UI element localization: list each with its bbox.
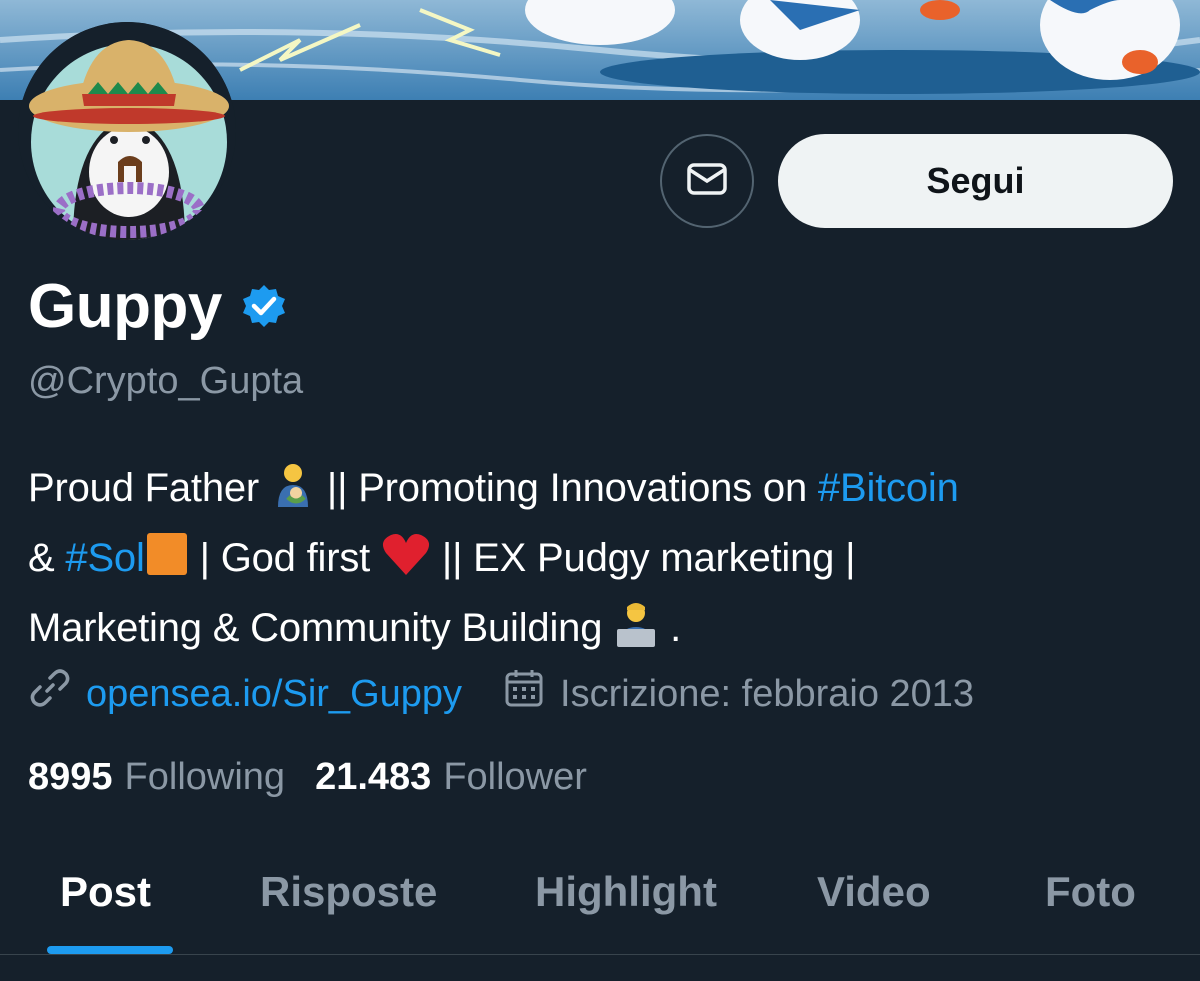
bio-line-1: Proud Father || Promoting Innovations on… xyxy=(28,456,1178,526)
red-heart-icon xyxy=(381,531,431,596)
technologist-emoji-icon xyxy=(613,601,659,666)
website-link[interactable]: opensea.io/Sir_Guppy xyxy=(86,671,462,717)
hashtag-sol[interactable]: #Sol xyxy=(65,536,144,580)
display-name: Guppy xyxy=(28,272,222,341)
hashtag-bitcoin[interactable]: #Bitcoin xyxy=(818,466,959,510)
profile-name-row: Guppy xyxy=(28,270,288,344)
bio-line-2: & #Sol | God first || EX Pudgy marketing… xyxy=(28,526,1178,596)
username-handle: @Crypto_Gupta xyxy=(28,360,304,402)
profile-avatar[interactable] xyxy=(18,22,236,240)
tabs-divider xyxy=(0,954,1200,955)
follow-stats: 8995 Following 21.483 Follower xyxy=(28,754,587,800)
envelope-icon xyxy=(685,157,729,206)
bio-line-3: Marketing & Community Building . xyxy=(28,596,1178,666)
join-date: Iscrizione: febbraio 2013 xyxy=(560,672,975,715)
followers-stat[interactable]: 21.483 Follower xyxy=(315,754,587,800)
link-icon xyxy=(30,668,70,719)
follow-button[interactable]: Segui xyxy=(778,134,1173,228)
profile-tabs: Post Risposte Highlight Video Foto xyxy=(0,850,1200,954)
tab-post[interactable]: Post xyxy=(60,868,151,916)
tab-highlight[interactable]: Highlight xyxy=(535,868,717,916)
tab-video[interactable]: Video xyxy=(817,868,931,916)
message-button[interactable] xyxy=(660,134,754,228)
orange-square-icon xyxy=(145,531,189,596)
following-label: Following xyxy=(124,756,286,798)
active-tab-indicator xyxy=(47,946,173,954)
profile-meta: opensea.io/Sir_Guppy Iscrizione: febbrai… xyxy=(30,668,974,719)
following-count: 8995 xyxy=(28,756,113,798)
profile-bio: Proud Father || Promoting Innovations on… xyxy=(28,456,1178,666)
tab-foto[interactable]: Foto xyxy=(1045,868,1136,916)
following-stat[interactable]: 8995 Following xyxy=(28,754,285,800)
followers-label: Follower xyxy=(443,756,587,798)
tab-risposte[interactable]: Risposte xyxy=(260,868,437,916)
father-baby-emoji-icon xyxy=(270,461,316,526)
followers-count: 21.483 xyxy=(315,756,432,798)
calendar-icon xyxy=(504,668,544,719)
verified-badge-icon[interactable] xyxy=(240,283,288,336)
